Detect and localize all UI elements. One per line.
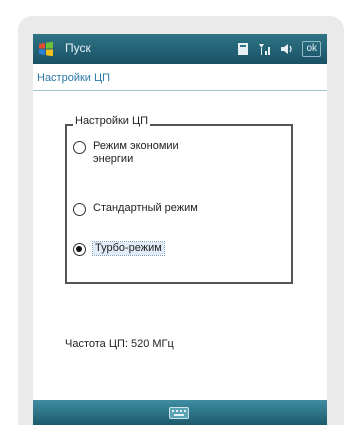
status-icons: ok	[236, 40, 321, 58]
contacts-icon[interactable]	[236, 42, 250, 56]
header-divider	[33, 90, 327, 91]
radio-label: Стандартный режим	[93, 202, 198, 214]
radio-button[interactable]	[73, 141, 86, 154]
device-screen: Пуск ok Настройки ЦП Настройки ЦП Режим …	[33, 34, 327, 425]
volume-icon[interactable]	[280, 42, 294, 56]
keyboard-icon[interactable]	[169, 407, 189, 419]
title-bar: Пуск ok	[33, 34, 327, 64]
radio-button[interactable]	[73, 203, 86, 216]
radio-label: Турбо-режим	[92, 241, 165, 256]
radio-turbo[interactable]: Турбо-режим	[73, 241, 165, 256]
ok-button[interactable]: ok	[302, 41, 321, 57]
windows-start-icon[interactable]	[38, 41, 54, 57]
page-title: Настройки ЦП	[37, 72, 111, 84]
radio-standard[interactable]: Стандартный режим	[73, 202, 198, 216]
radio-power-saving[interactable]: Режим экономии энергии	[73, 140, 213, 166]
window-title[interactable]: Пуск	[65, 41, 91, 55]
radio-button-selected[interactable]	[73, 243, 86, 256]
group-legend: Настройки ЦП	[73, 115, 151, 127]
radio-label: Режим экономии энергии	[93, 140, 179, 165]
soft-key-bar	[33, 400, 327, 425]
cpu-frequency: Частота ЦП: 520 МГц	[65, 338, 174, 350]
signal-icon[interactable]	[258, 42, 272, 56]
